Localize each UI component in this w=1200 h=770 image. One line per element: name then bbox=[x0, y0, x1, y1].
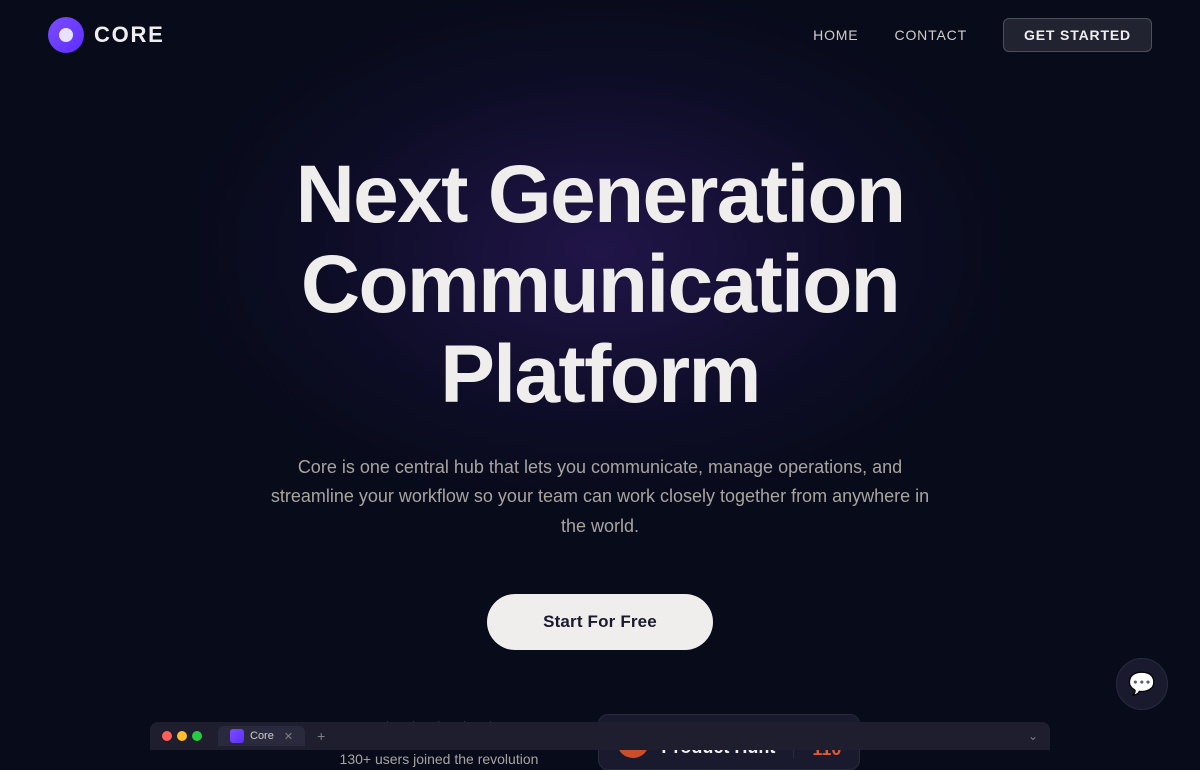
hero-title-line1: Next Generation bbox=[296, 149, 905, 240]
browser-close-dot[interactable] bbox=[162, 731, 172, 741]
nav-home[interactable]: HOME bbox=[813, 27, 858, 43]
logo-icon bbox=[48, 17, 84, 53]
browser-maximize-dot[interactable] bbox=[192, 731, 202, 741]
cta-button[interactable]: Start For Free bbox=[487, 594, 713, 650]
hero-title: Next Generation Communication Platform bbox=[150, 150, 1050, 421]
browser-tab-label: Core bbox=[250, 730, 274, 742]
hero-title-line2: Communication Platform bbox=[301, 239, 899, 420]
chat-icon: 💬 bbox=[1128, 671, 1155, 697]
logo-text: CORE bbox=[94, 22, 165, 48]
nav-links: HOME CONTACT GET STARTED bbox=[813, 18, 1152, 52]
nav-contact[interactable]: CONTACT bbox=[895, 27, 968, 43]
nav-get-started[interactable]: GET STARTED bbox=[1003, 18, 1152, 52]
browser-dots bbox=[162, 731, 202, 741]
browser-tab-icon bbox=[230, 729, 244, 743]
browser-tab[interactable]: Core ✕ bbox=[218, 726, 305, 746]
hero-section: Next Generation Communication Platform C… bbox=[0, 70, 1200, 770]
users-text: 130+ users joined the revolution bbox=[340, 751, 539, 767]
browser-bar: Core ✕ + ⌄ bbox=[150, 722, 1050, 750]
chat-button[interactable]: 💬 bbox=[1116, 658, 1168, 710]
navbar: CORE HOME CONTACT GET STARTED bbox=[0, 0, 1200, 70]
browser-new-tab[interactable]: + bbox=[317, 728, 325, 744]
logo[interactable]: CORE bbox=[48, 17, 165, 53]
browser-tab-close-icon[interactable]: ✕ bbox=[284, 730, 293, 743]
browser-minimize-dot[interactable] bbox=[177, 731, 187, 741]
hero-subtitle: Core is one central hub that lets you co… bbox=[260, 453, 940, 542]
browser-expand-icon[interactable]: ⌄ bbox=[1028, 729, 1038, 743]
